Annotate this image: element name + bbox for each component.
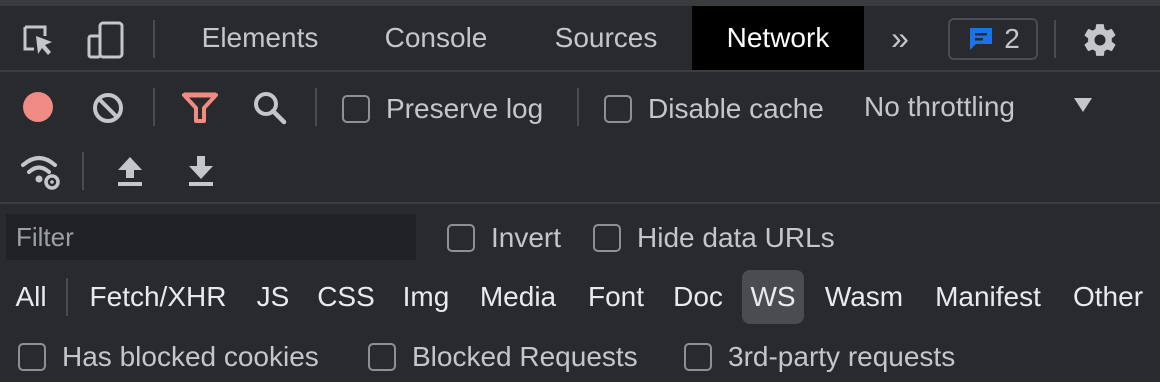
toolbar-divider <box>153 88 155 126</box>
upload-icon[interactable] <box>112 152 148 190</box>
third-party-requests-label: 3rd-party requests <box>728 341 956 372</box>
blocked-requests-checkbox[interactable]: Blocked Requests <box>368 341 638 373</box>
preserve-log-label: Preserve log <box>386 93 544 124</box>
toolbar-divider <box>315 88 317 126</box>
network-conditions-icon[interactable] <box>18 152 62 192</box>
record-icon[interactable] <box>18 87 58 127</box>
toolbar-divider <box>66 278 68 316</box>
checkbox-box[interactable] <box>447 224 475 252</box>
resource-type-filter-bar: All Fetch/XHR JS CSS Img Media Font Doc … <box>0 270 1160 324</box>
tab-sources[interactable]: Sources <box>532 6 680 70</box>
type-filter-manifest[interactable]: Manifest <box>924 270 1052 324</box>
issues-count: 2 <box>1004 23 1020 54</box>
network-toolbar: Preserve log Disable cache No throttling <box>0 72 1160 142</box>
invert-checkbox[interactable]: Invert <box>447 222 561 254</box>
filter-input[interactable] <box>6 214 416 260</box>
throttling-select[interactable]: No throttling <box>864 72 1015 142</box>
type-filter-js[interactable]: JS <box>248 270 298 324</box>
toolbar-divider <box>577 88 579 126</box>
tab-elements[interactable]: Elements <box>176 6 344 70</box>
type-filter-ws[interactable]: WS <box>742 270 804 324</box>
hide-data-urls-label: Hide data URLs <box>637 222 835 253</box>
type-filter-fetch-xhr[interactable]: Fetch/XHR <box>80 270 236 324</box>
inspect-element-icon[interactable] <box>18 20 58 60</box>
blocked-requests-label: Blocked Requests <box>412 341 638 372</box>
checkbox-box[interactable] <box>342 95 370 123</box>
disable-cache-label: Disable cache <box>648 93 824 124</box>
checkbox-box[interactable] <box>604 95 632 123</box>
issues-badge-button[interactable]: 2 <box>948 18 1038 60</box>
device-toolbar-icon[interactable] <box>84 18 128 62</box>
tab-network[interactable]: Network <box>692 6 864 70</box>
filter-icon[interactable] <box>180 89 220 127</box>
clear-icon[interactable] <box>89 89 127 127</box>
invert-label: Invert <box>491 222 562 253</box>
type-filter-media[interactable]: Media <box>470 270 566 324</box>
toolbar-divider <box>1054 20 1056 58</box>
disable-cache-checkbox[interactable]: Disable cache <box>604 93 824 125</box>
checkbox-box[interactable] <box>684 343 712 371</box>
toolbar-divider <box>82 152 84 190</box>
network-toolbar-secondary <box>0 142 1160 204</box>
has-blocked-cookies-checkbox[interactable]: Has blocked cookies <box>18 341 319 373</box>
third-party-requests-checkbox[interactable]: 3rd-party requests <box>684 341 955 373</box>
preserve-log-checkbox[interactable]: Preserve log <box>342 93 543 125</box>
checkbox-box[interactable] <box>593 224 621 252</box>
type-filter-wasm[interactable]: Wasm <box>816 270 912 324</box>
type-filter-all[interactable]: All <box>8 270 54 324</box>
type-filter-other[interactable]: Other <box>1064 270 1152 324</box>
message-icon <box>966 24 996 54</box>
checkbox-box[interactable] <box>18 343 46 371</box>
more-tabs-button[interactable]: » <box>878 6 922 70</box>
has-blocked-cookies-label: Has blocked cookies <box>62 341 319 372</box>
tab-console[interactable]: Console <box>358 6 514 70</box>
toolbar-divider <box>153 20 155 58</box>
type-filter-img[interactable]: Img <box>394 270 458 324</box>
checkbox-box[interactable] <box>368 343 396 371</box>
hide-data-urls-checkbox[interactable]: Hide data URLs <box>593 222 835 254</box>
type-filter-doc[interactable]: Doc <box>664 270 732 324</box>
gear-icon[interactable] <box>1078 18 1122 62</box>
type-filter-css[interactable]: CSS <box>310 270 382 324</box>
download-icon[interactable] <box>183 152 219 190</box>
chevron-down-icon[interactable] <box>1074 98 1092 112</box>
search-icon[interactable] <box>250 88 290 128</box>
type-filter-font[interactable]: Font <box>578 270 654 324</box>
devtools-tabbar: Elements Console Sources Network » 2 <box>0 6 1160 72</box>
